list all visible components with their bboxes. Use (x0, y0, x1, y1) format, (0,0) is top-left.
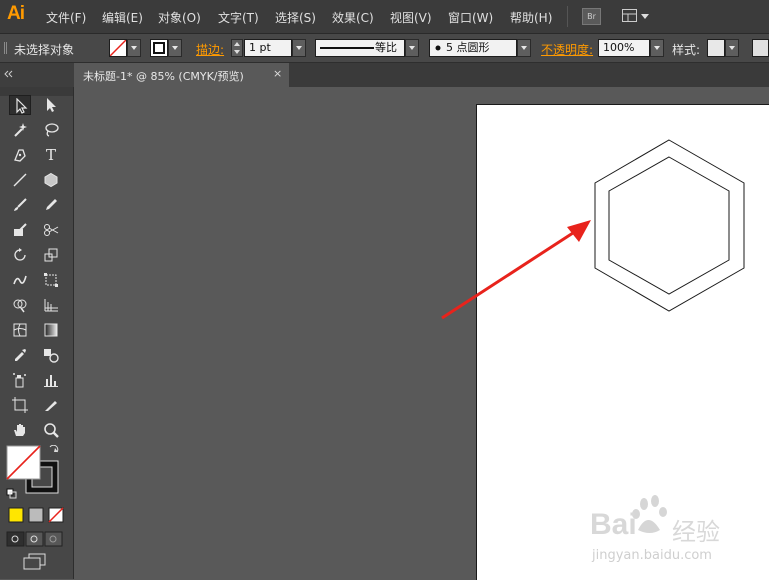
shape-builder-icon[interactable] (9, 295, 31, 315)
stroke-swatch[interactable] (150, 39, 168, 57)
blend-icon[interactable] (40, 345, 62, 365)
zoom-icon[interactable] (40, 420, 62, 440)
blob-brush-icon[interactable] (9, 220, 31, 240)
pen-icon[interactable] (9, 145, 31, 165)
menu-select[interactable]: 选择(S) (275, 9, 316, 26)
round-brush-icon (435, 45, 441, 51)
style-swatch[interactable] (707, 39, 725, 57)
menu-separator (567, 6, 568, 27)
type-icon[interactable]: T (40, 145, 62, 165)
bridge-button[interactable]: Br (582, 8, 601, 25)
polygon-icon[interactable] (40, 170, 62, 190)
draw-mode-buttons[interactable] (6, 531, 68, 547)
opacity-field[interactable]: 100% (598, 39, 650, 57)
column-graph-icon[interactable] (40, 370, 62, 390)
brush-dropdown[interactable] (517, 39, 531, 57)
document-setup-button[interactable] (752, 39, 769, 57)
eyedropper-icon[interactable] (9, 345, 31, 365)
profile-line-icon (320, 47, 374, 49)
stroke-label[interactable]: 描边: (196, 41, 224, 58)
document-tab-title: 未标题-1* @ 85% (CMYK/预览) (83, 70, 244, 83)
watermark-brand-right: 经验 (672, 518, 720, 546)
stroke-dropdown[interactable] (168, 39, 182, 57)
fill-swatch[interactable] (109, 39, 127, 57)
document-tab[interactable]: 未标题-1* @ 85% (CMYK/预览) × (74, 63, 289, 87)
stroke-weight-stepper[interactable] (231, 39, 243, 57)
fill-dropdown[interactable] (127, 39, 141, 57)
brush-field[interactable]: 5 点圆形 (429, 39, 517, 57)
stroke-profile-dropdown[interactable] (405, 39, 419, 57)
selection-status: 未选择对象 (14, 43, 75, 57)
stroke-profile-field[interactable]: 等比 (315, 39, 405, 57)
style-dropdown[interactable] (725, 39, 739, 57)
hand-icon[interactable] (9, 420, 31, 440)
gradient-icon[interactable] (40, 320, 62, 340)
symbol-sprayer-icon[interactable] (9, 370, 31, 390)
scale-icon[interactable] (40, 245, 62, 265)
fill-stroke-widget[interactable] (6, 444, 62, 501)
warp-icon[interactable] (9, 270, 31, 290)
paintbrush-icon[interactable] (9, 195, 31, 215)
control-bar: 未选择对象 描边: 1 pt 等比 5 点圆形 不透明度: 100% 样式: (0, 34, 769, 63)
direct-selection-tool-icon[interactable] (40, 95, 62, 115)
menu-type[interactable]: 文字(T) (218, 9, 259, 26)
menu-edit[interactable]: 编辑(E) (102, 9, 143, 26)
lasso-icon[interactable] (40, 120, 62, 140)
opacity-dropdown[interactable] (650, 39, 664, 57)
menu-file[interactable]: 文件(F) (46, 9, 86, 26)
menu-bar: Ai 文件(F) 编辑(E) 对象(O) 文字(T) 选择(S) 效果(C) 视… (0, 0, 769, 34)
color-mode-buttons[interactable] (8, 507, 68, 523)
stroke-profile-label: 等比 (375, 41, 397, 54)
pencil-icon[interactable] (40, 195, 62, 215)
document-tab-bar: 未标题-1* @ 85% (CMYK/预览) × (74, 63, 769, 87)
app-logo: Ai (7, 3, 25, 24)
tools-panel-header (0, 63, 74, 87)
menu-view[interactable]: 视图(V) (390, 9, 432, 26)
selection-tool-icon[interactable] (9, 95, 31, 115)
workspace-switcher-icon[interactable] (622, 8, 650, 24)
artboard-icon[interactable] (9, 395, 31, 415)
rotate-icon[interactable] (9, 245, 31, 265)
stroke-weight-field[interactable]: 1 pt (244, 39, 292, 57)
brush-label: 5 点圆形 (446, 41, 490, 54)
baidu-watermark: Bai 经验 jingyan.baidu.com (588, 492, 738, 572)
menu-window[interactable]: 窗口(W) (448, 9, 493, 26)
perspective-grid-icon[interactable] (40, 295, 62, 315)
menu-effect[interactable]: 效果(C) (332, 9, 374, 26)
opacity-label[interactable]: 不透明度: (541, 41, 593, 58)
stroke-weight-dropdown[interactable] (292, 39, 306, 57)
scissors-icon[interactable] (40, 220, 62, 240)
watermark-url: jingyan.baidu.com (592, 548, 712, 563)
line-icon[interactable] (9, 170, 31, 190)
menu-object[interactable]: 对象(O) (158, 9, 201, 26)
mesh-icon[interactable] (9, 320, 31, 340)
watermark-brand-left: Bai (590, 508, 637, 541)
free-transform-icon[interactable] (40, 270, 62, 290)
grip-icon (4, 42, 7, 54)
collapse-icon[interactable] (4, 70, 14, 78)
style-label: 样式: (672, 43, 701, 57)
slice-icon[interactable] (40, 395, 62, 415)
screen-mode-icon[interactable] (22, 553, 48, 571)
magic-wand-icon[interactable] (9, 120, 31, 140)
tools-panel: T (0, 87, 74, 579)
close-icon[interactable]: × (273, 67, 282, 80)
menu-help[interactable]: 帮助(H) (510, 9, 552, 26)
